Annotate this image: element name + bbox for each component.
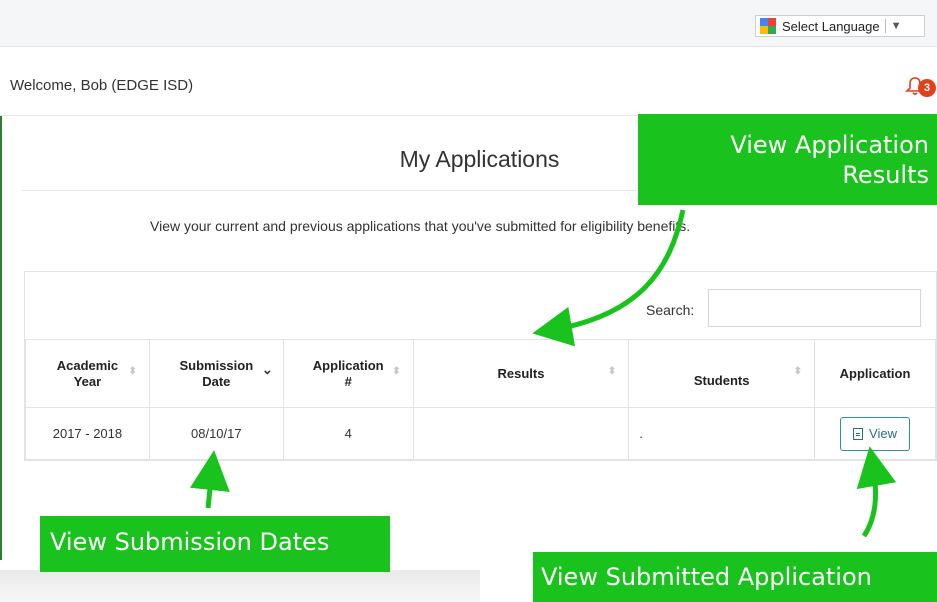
sort-icon: ⬍ (793, 366, 803, 377)
column-header-label: Results (497, 365, 545, 381)
welcome-message: Welcome, Bob (EDGE ISD) (10, 77, 194, 94)
search-input[interactable] (708, 289, 921, 327)
sort-icon: ⬍ (607, 366, 617, 377)
notification-count-badge: 3 (918, 79, 936, 97)
column-header-results[interactable]: Results ⬍ (412, 339, 630, 408)
sort-icon: ⬍ (392, 366, 401, 377)
table-row: 2017 - 2018 08/10/17 4 . View (25, 407, 936, 460)
column-header-students[interactable]: Students ⬍ (628, 339, 816, 408)
cell-academic-year: 2017 - 2018 (25, 407, 150, 460)
cell-submission-date: 08/10/17 (148, 407, 284, 460)
cell-students: . (628, 407, 816, 460)
document-icon (853, 427, 864, 440)
applications-table: Academic Year ⬍ Submission Date ⌄ Applic… (25, 339, 936, 460)
header: Welcome, Bob (EDGE ISD) 3 (0, 47, 937, 116)
notifications-button[interactable]: 3 (904, 74, 937, 102)
dates-arrow (190, 450, 230, 509)
language-select[interactable]: Select Language ▼ (755, 15, 925, 37)
column-header-application-number[interactable]: Application # ⬍ (282, 339, 414, 408)
google-translate-icon (760, 18, 776, 34)
cell-application-number: 4 (282, 407, 414, 460)
cell-application: View (814, 407, 936, 460)
chevron-down-icon: ▼ (890, 20, 902, 32)
bottom-shadow (0, 570, 480, 602)
column-header-label: Students (693, 372, 750, 388)
page-subtitle: View your current and previous applicati… (150, 218, 691, 234)
table-header-row: Academic Year ⬍ Submission Date ⌄ Applic… (25, 339, 936, 408)
sort-descending-icon: ⌄ (261, 362, 273, 377)
language-select-label: Select Language (782, 18, 880, 34)
search-label: Search: (646, 302, 695, 318)
application-callout: View Submitted Application (533, 552, 937, 602)
cell-results (412, 407, 630, 460)
column-header-submission-date[interactable]: Submission Date ⌄ (148, 339, 284, 408)
results-callout: View Application Results (638, 114, 937, 205)
language-select-divider (884, 19, 886, 33)
applications-table-card: Search: Academic Year ⬍ Submission Date … (24, 271, 937, 461)
sort-icon: ⬍ (128, 366, 137, 377)
view-button-label: View (869, 426, 897, 441)
top-bar: Select Language ▼ (0, 0, 937, 47)
application-arrow (856, 446, 897, 538)
column-header-label: Application (839, 365, 911, 381)
dates-callout: View Submission Dates (40, 516, 390, 572)
column-header-academic-year[interactable]: Academic Year ⬍ (25, 339, 150, 408)
view-application-button[interactable]: View (840, 416, 910, 451)
column-header-application: Application (814, 339, 936, 408)
